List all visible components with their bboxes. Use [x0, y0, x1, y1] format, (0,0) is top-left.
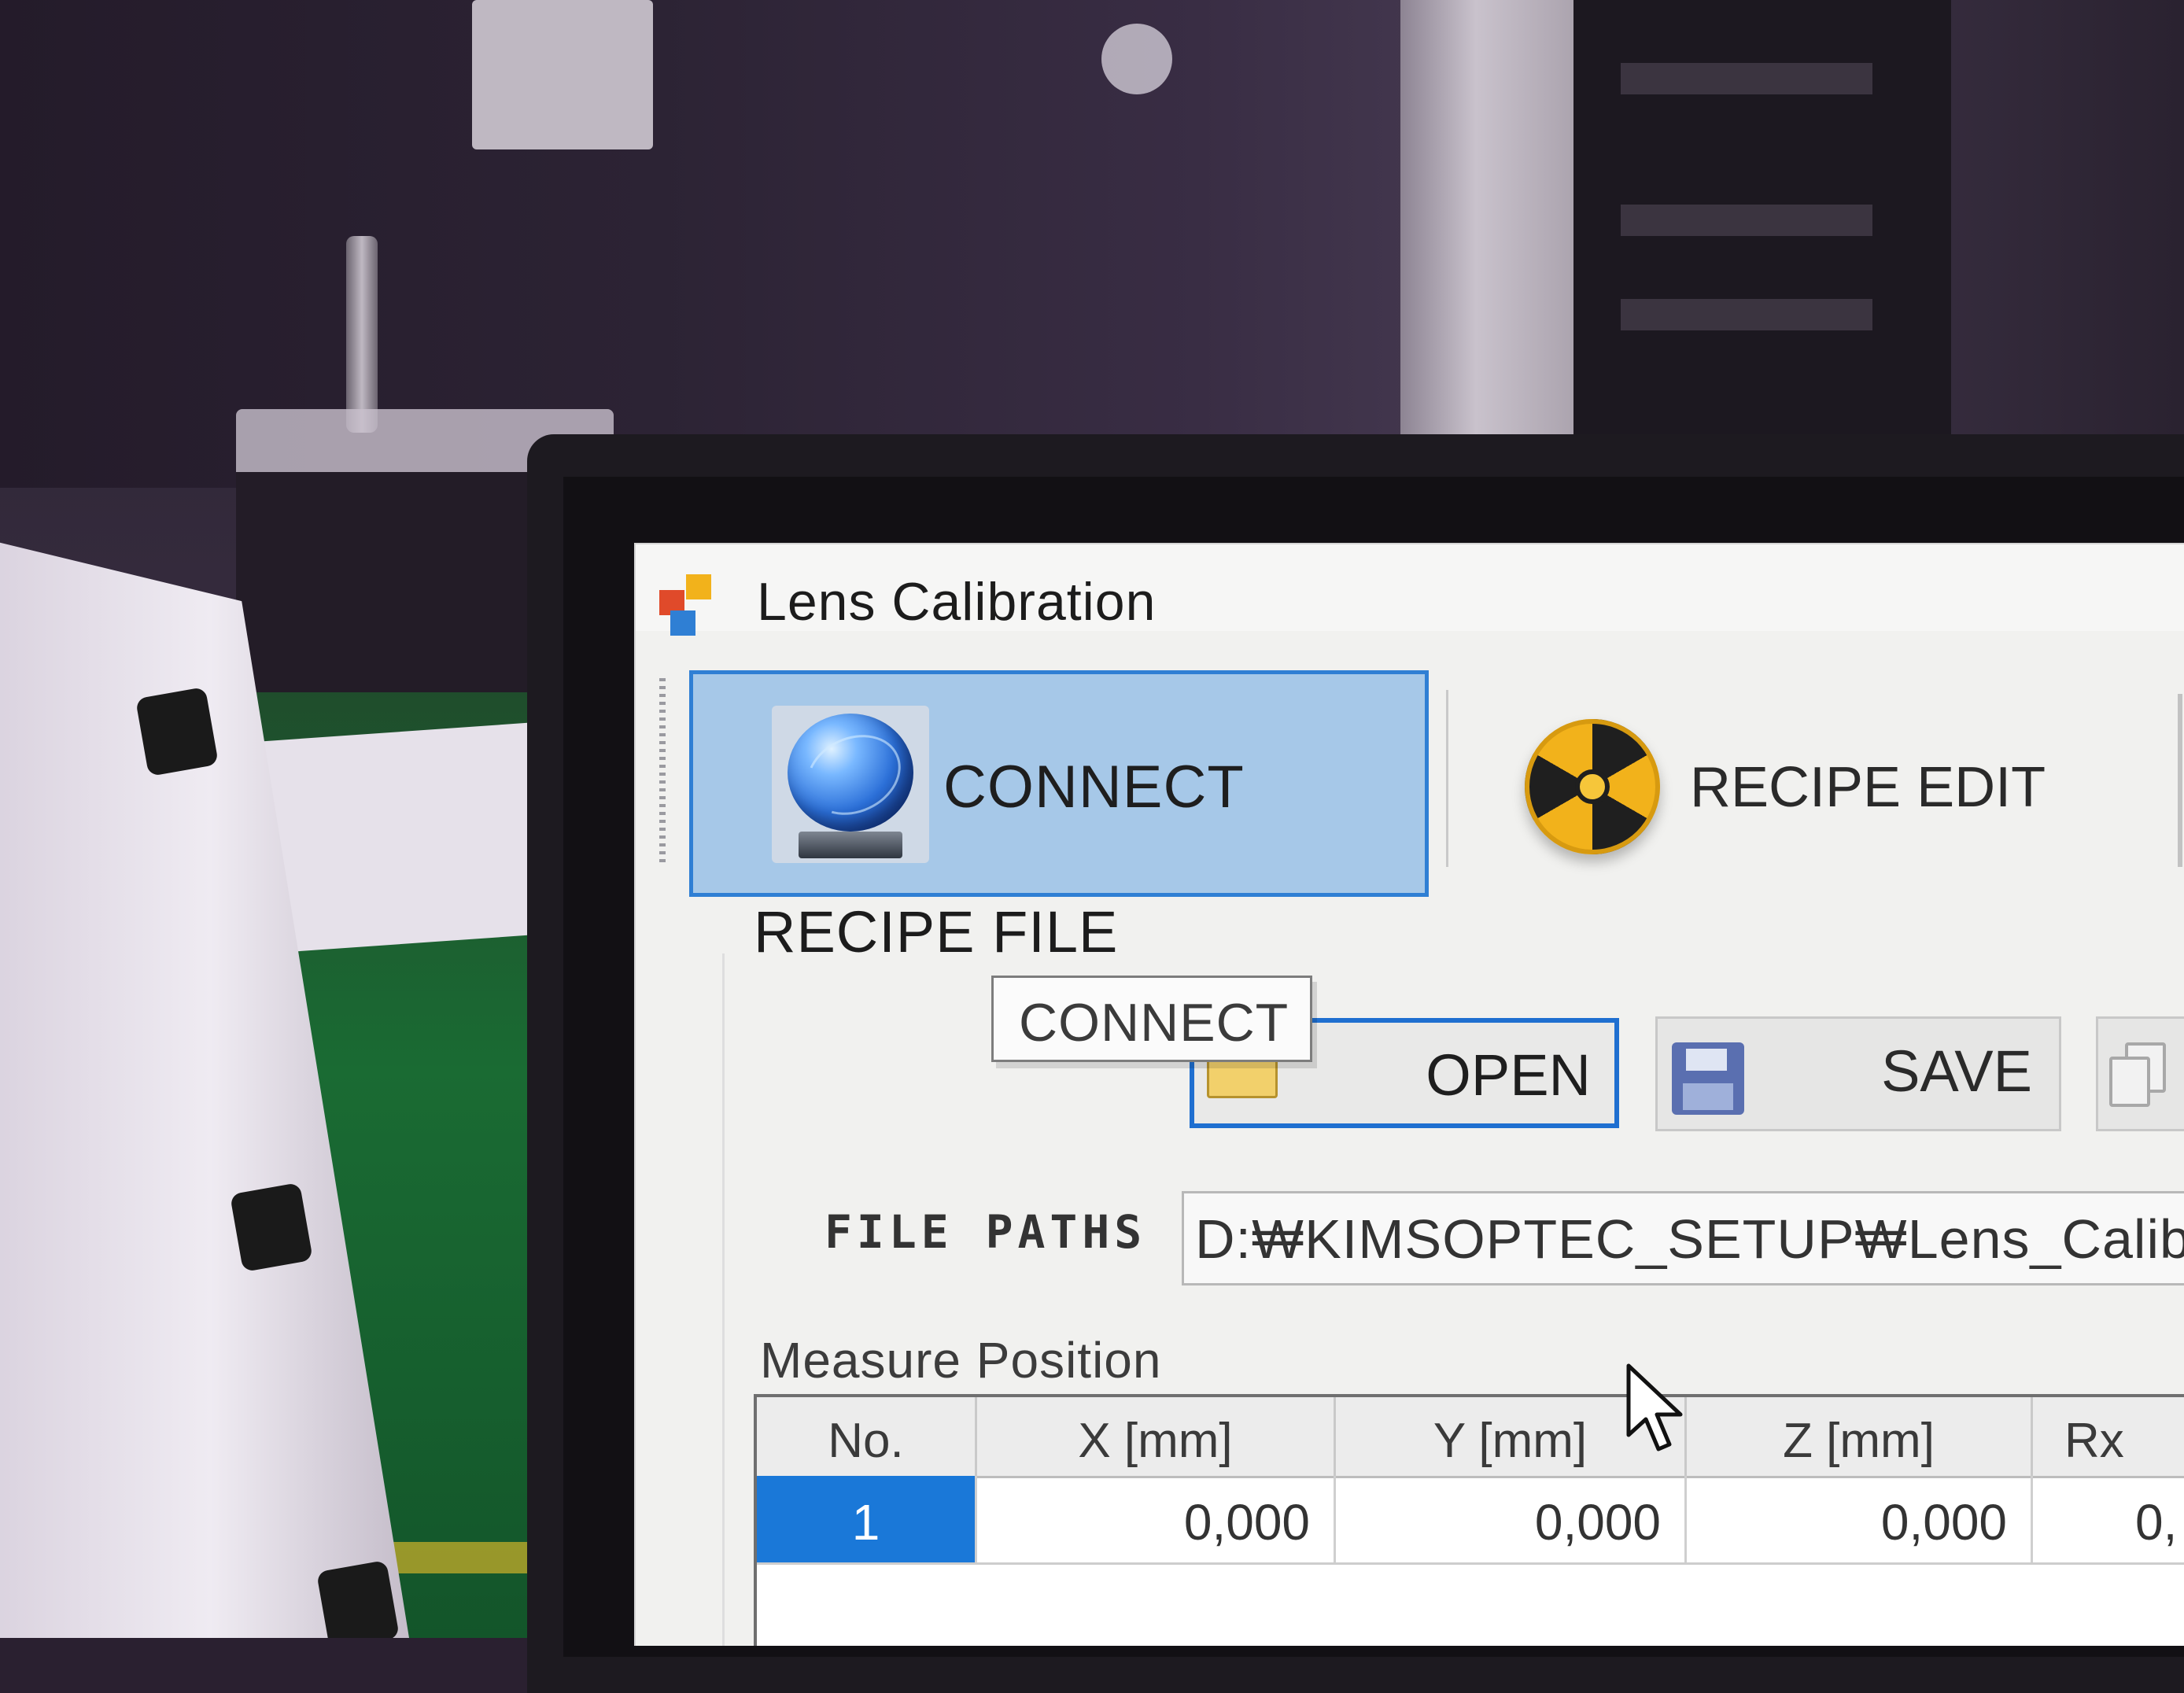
title-bar: Lens Calibration — [636, 544, 2184, 636]
globe-icon — [772, 706, 929, 863]
column-header-label: X [mm] — [1078, 1414, 1233, 1468]
column-header-z[interactable]: Z [mm] — [1687, 1397, 2033, 1476]
connect-button-label: CONNECT — [943, 754, 1245, 821]
background-rack-shelf — [1621, 299, 1872, 330]
file-path-value: D:₩KIMSOPTEC_SETUP₩Lens_Calibr — [1195, 1208, 2184, 1270]
window-title: Lens Calibration — [757, 572, 1157, 632]
table-row[interactable] — [757, 1562, 2184, 1646]
save-button[interactable]: SAVE — [1655, 1016, 2061, 1131]
cell-value: 0,000 — [1534, 1494, 1661, 1551]
background-desk-shadow — [236, 472, 566, 708]
recipe-file-group-label: RECIPE FILE — [754, 898, 1119, 965]
column-header-x[interactable]: X [mm] — [977, 1397, 1336, 1476]
background-rack-shelf — [1621, 205, 1872, 236]
floppy-disk-icon — [1672, 1042, 1744, 1115]
cell-rx[interactable]: 0, — [2033, 1476, 2184, 1562]
grid-header: No. X [mm] Y [mm] Z [mm] Rx — [757, 1397, 2184, 1478]
column-header-label: Rx — [2064, 1414, 2124, 1468]
background-ceiling-light — [1101, 24, 1172, 94]
file-paths-label: FILE PATHS — [825, 1205, 1147, 1259]
copy-icon — [2109, 1042, 2166, 1107]
tooltip-text: CONNECT — [1019, 993, 1289, 1053]
background-rack-shelf — [1621, 63, 1872, 94]
hazard-icon — [1525, 719, 1660, 854]
cell-value: 0,000 — [1183, 1494, 1310, 1551]
recipe-edit-button-label: RECIPE EDIT — [1690, 756, 2046, 819]
connect-tooltip: CONNECT — [991, 976, 1312, 1062]
cell-z[interactable]: 0,000 — [1687, 1476, 2033, 1562]
app-icon — [659, 574, 722, 637]
lens-calibration-window: Lens Calibration CONNECT RECIPE EDIT REC… — [634, 543, 2184, 1646]
foreground-box-hole — [316, 1559, 400, 1638]
table-row[interactable]: 1 0,000 0,000 0,000 0, — [757, 1476, 2184, 1565]
background-pillar — [1400, 0, 1589, 472]
measure-position-grid[interactable]: No. X [mm] Y [mm] Z [mm] Rx 1 0,000 0,00… — [754, 1394, 2184, 1646]
cell-value: 0,000 — [1880, 1494, 2007, 1551]
foreground-box-hole — [135, 686, 219, 777]
cell-value: 0, — [2135, 1494, 2178, 1551]
toolbar-grip[interactable] — [659, 678, 666, 867]
cell-no[interactable]: 1 — [757, 1476, 977, 1562]
file-path-field[interactable]: D:₩KIMSOPTEC_SETUP₩Lens_Calibr — [1182, 1191, 2184, 1285]
column-header-rx[interactable]: Rx — [2033, 1397, 2184, 1476]
cell-y[interactable]: 0,000 — [1336, 1476, 1687, 1562]
cell-x[interactable]: 0,000 — [977, 1476, 1336, 1562]
foreground-box-hole — [230, 1182, 313, 1273]
background-wall-panel — [472, 0, 653, 149]
copy-button[interactable] — [2096, 1016, 2184, 1131]
toolbar-separator — [1446, 690, 1448, 867]
recipe-edit-button[interactable]: RECIPE EDIT — [1485, 670, 2162, 897]
column-header-no[interactable]: No. — [757, 1397, 977, 1476]
column-header-label: Z [mm] — [1783, 1414, 1935, 1468]
open-button-label: OPEN — [1426, 1042, 1591, 1108]
background-pole — [346, 236, 378, 433]
connect-button[interactable]: CONNECT — [689, 670, 1429, 897]
measure-position-label: Measure Position — [760, 1332, 1162, 1389]
cell-value: 1 — [851, 1494, 880, 1551]
mouse-cursor-icon — [1626, 1363, 1683, 1451]
save-button-label: SAVE — [1881, 1038, 2032, 1104]
column-header-label: No. — [828, 1414, 904, 1468]
toolbar-next-button-edge[interactable] — [2178, 694, 2182, 867]
